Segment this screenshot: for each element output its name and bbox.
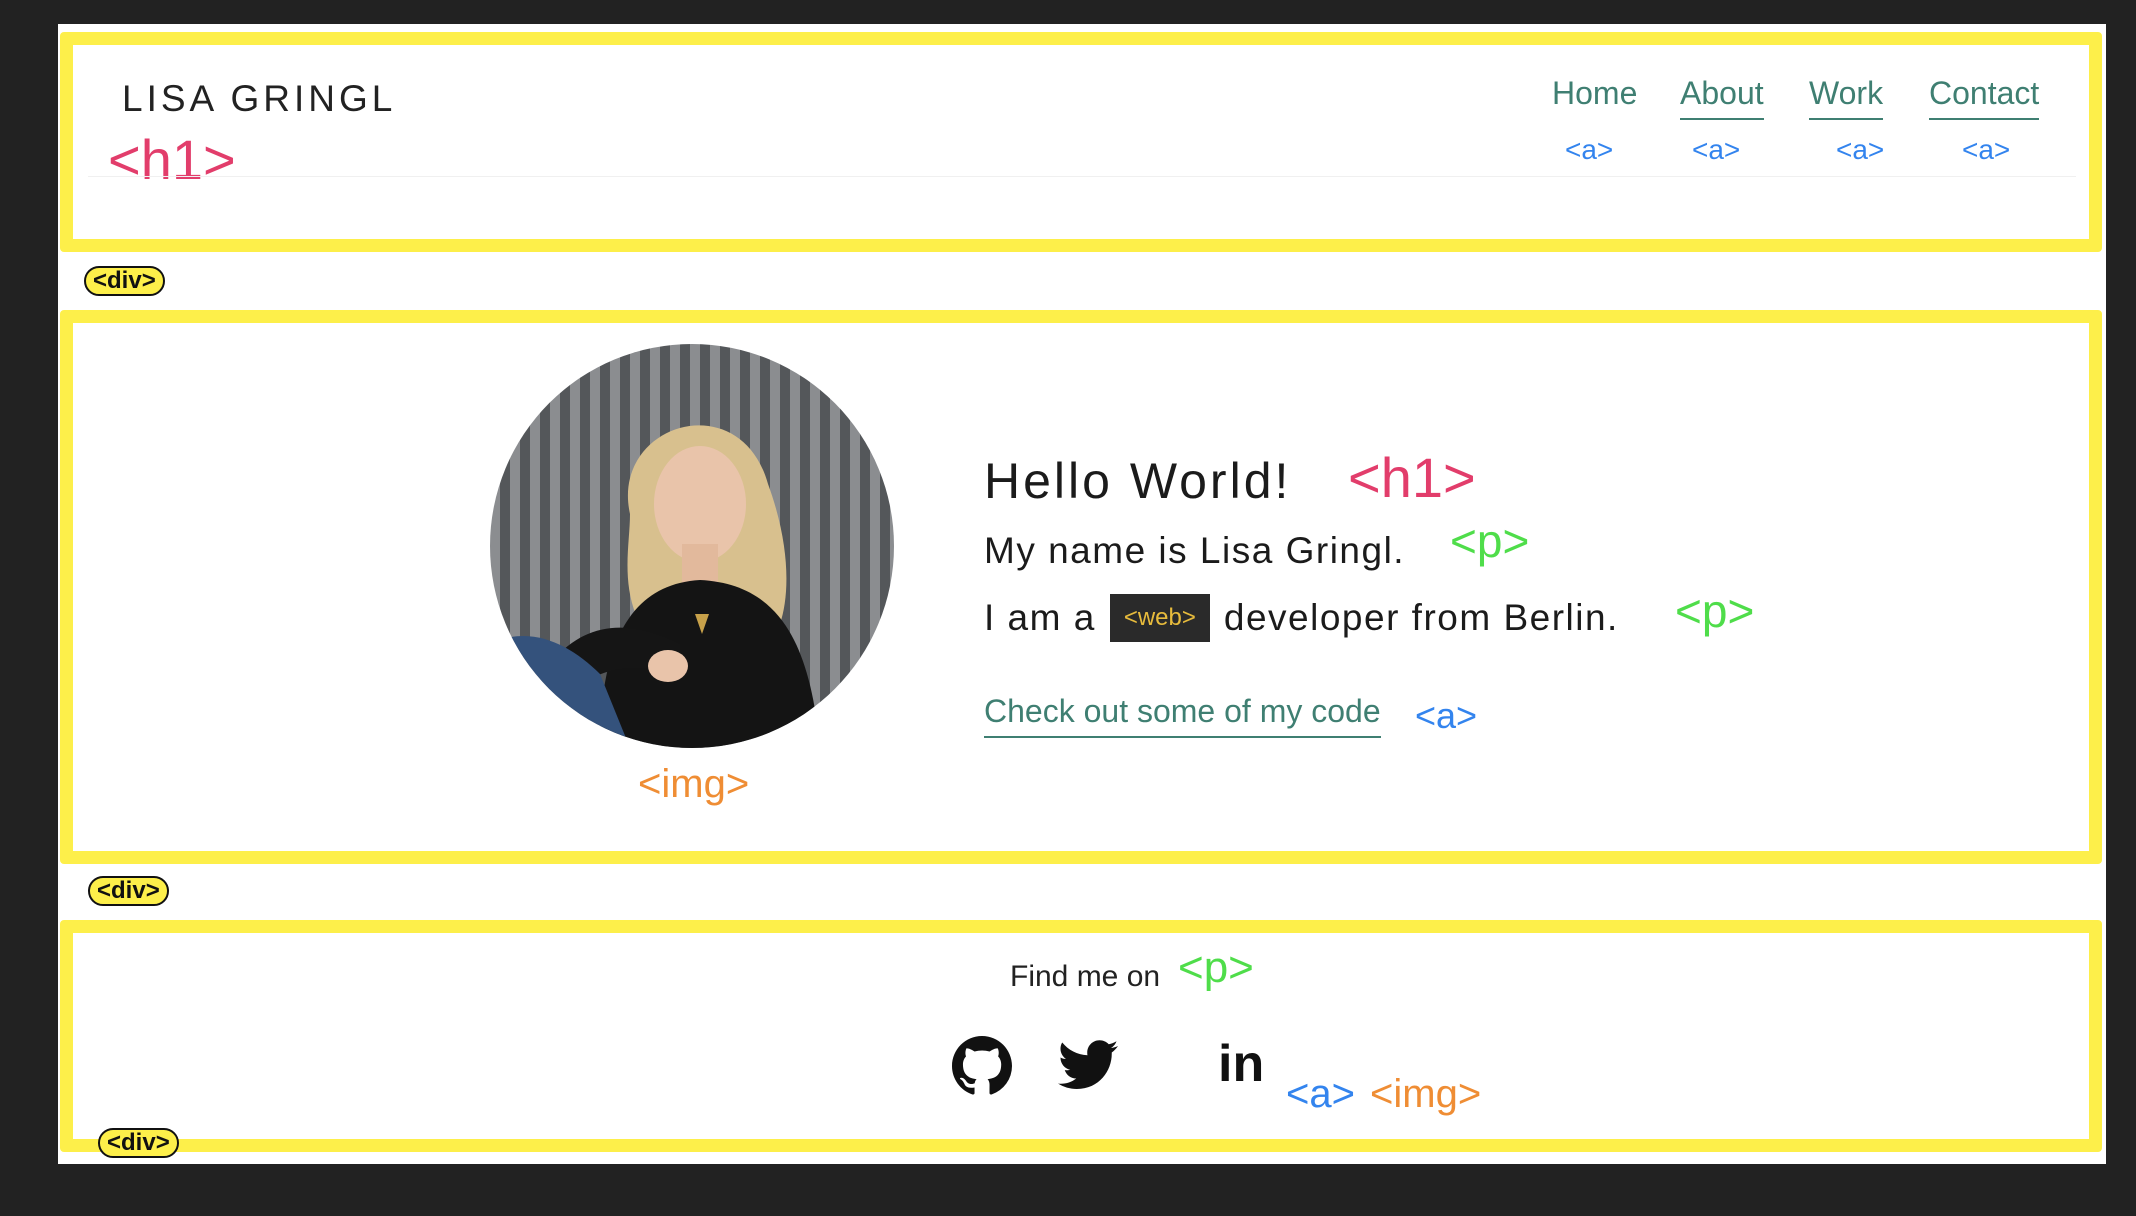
a-tag-label: <a> bbox=[1962, 134, 2011, 165]
header-divider bbox=[88, 176, 2076, 177]
twitter-icon bbox=[1058, 1040, 1118, 1089]
h1-tag-label: <h1> bbox=[108, 128, 236, 191]
div-tag-label: <div> bbox=[88, 876, 169, 906]
site-logo-heading: LISA GRINGL bbox=[122, 78, 397, 119]
footer-div-outline bbox=[60, 920, 2102, 1152]
div-tag-label: <div> bbox=[84, 266, 165, 296]
role-paragraph: I am a <web> developer from Berlin. bbox=[984, 594, 1619, 642]
nav-work-link[interactable]: Work bbox=[1809, 74, 1884, 120]
a-tag-label: <a> bbox=[1565, 134, 1614, 165]
role-suffix-text: developer from Berlin. bbox=[1223, 597, 1619, 638]
profile-photo bbox=[490, 344, 894, 748]
img-tag-label: <img> bbox=[1370, 1072, 1482, 1116]
div-tag-label: <div> bbox=[98, 1128, 179, 1158]
a-tag-label: <a> bbox=[1286, 1072, 1355, 1116]
hero-heading: Hello World! bbox=[984, 453, 1292, 509]
img-tag-label: <img> bbox=[638, 762, 750, 806]
a-tag-label: <a> bbox=[1692, 134, 1741, 165]
a-tag-label: <a> bbox=[1836, 134, 1885, 165]
web-page: LISA GRINGL <h1> Home About Work Contact… bbox=[58, 24, 2106, 1164]
p-tag-label: <p> bbox=[1675, 585, 1755, 637]
p-tag-label: <p> bbox=[1178, 943, 1254, 992]
web-code-badge: <web> bbox=[1109, 594, 1210, 642]
linkedin-icon: in bbox=[1218, 1035, 1265, 1093]
nav-about-link[interactable]: About bbox=[1680, 74, 1764, 120]
h1-tag-label: <h1> bbox=[1348, 446, 1476, 509]
header-div-outline bbox=[60, 32, 2102, 252]
portrait-illustration bbox=[490, 425, 820, 748]
twitter-link[interactable] bbox=[1058, 1038, 1118, 1097]
nav-home-link[interactable]: Home bbox=[1552, 74, 1637, 118]
find-me-paragraph: Find me on bbox=[1010, 960, 1161, 993]
role-prefix-text: I am a bbox=[984, 597, 1096, 638]
github-icon bbox=[952, 1036, 1012, 1095]
github-link[interactable] bbox=[952, 1036, 1012, 1101]
hero-div-outline bbox=[60, 310, 2102, 864]
p-tag-label: <p> bbox=[1450, 515, 1530, 567]
nav-contact-link[interactable]: Contact bbox=[1929, 74, 2040, 120]
code-link[interactable]: Check out some of my code bbox=[984, 692, 1381, 738]
intro-paragraph: My name is Lisa Gringl. bbox=[984, 530, 1406, 571]
a-tag-label: <a> bbox=[1415, 695, 1478, 736]
linkedin-link[interactable]: in bbox=[1218, 1034, 1264, 1094]
